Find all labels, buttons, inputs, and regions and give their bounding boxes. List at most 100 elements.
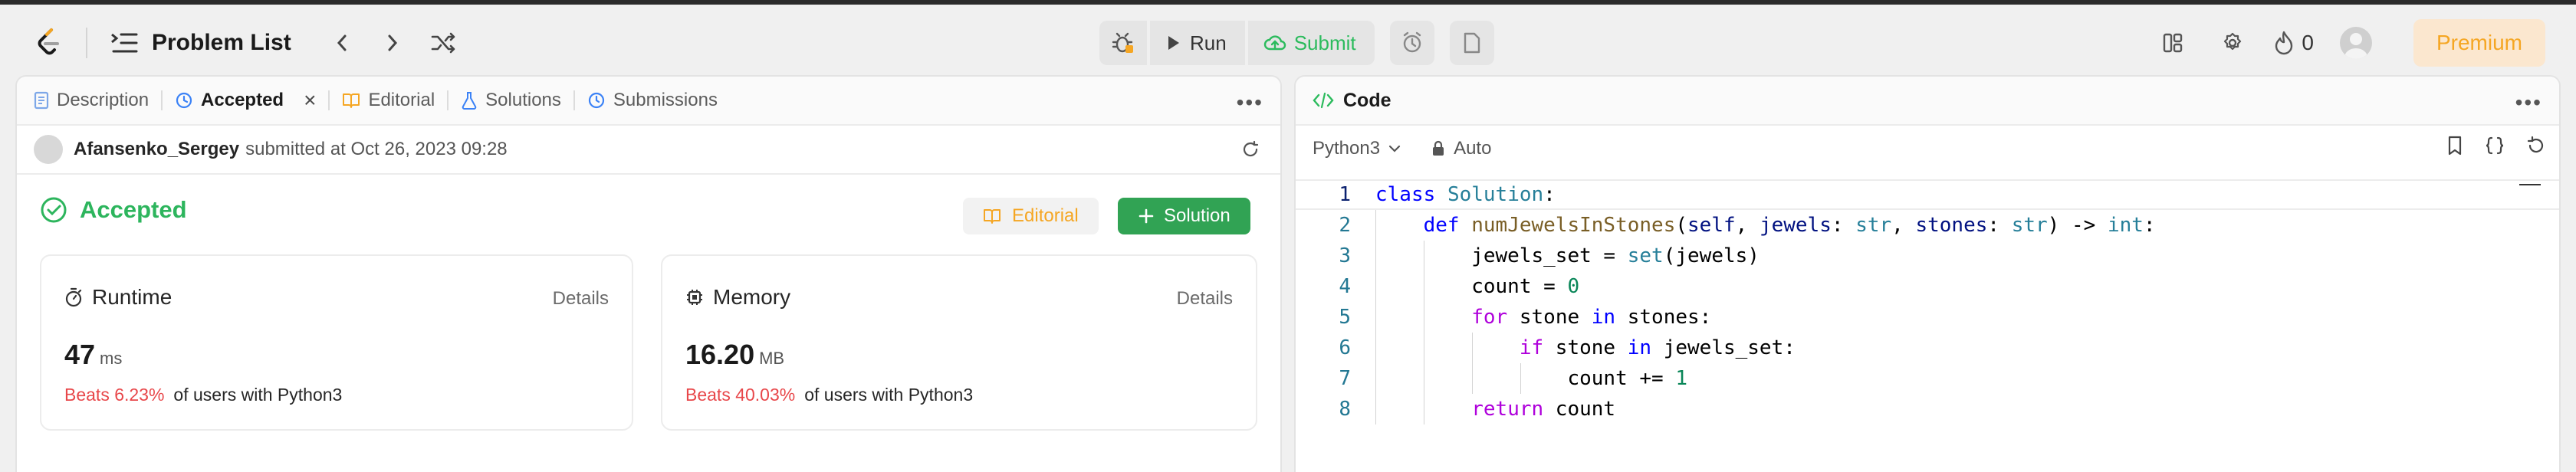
editorial-button[interactable]: Editorial bbox=[963, 198, 1099, 234]
solution-button[interactable]: Solution bbox=[1118, 198, 1250, 234]
timer-button[interactable] bbox=[1389, 21, 1434, 65]
prev-problem-button[interactable] bbox=[325, 26, 359, 60]
code-brackets-icon bbox=[1313, 92, 1334, 109]
streak-counter[interactable]: 0 bbox=[2274, 31, 2314, 55]
tab-code[interactable]: Code bbox=[1313, 90, 1392, 112]
language-select[interactable]: Python3 bbox=[1313, 138, 1401, 159]
accepted-status: Accepted bbox=[40, 196, 187, 224]
editorial-button-label: Editorial bbox=[1012, 205, 1079, 226]
format-braces-icon[interactable] bbox=[2484, 135, 2505, 156]
submitter-avatar[interactable] bbox=[34, 135, 63, 164]
line-number: 6 bbox=[1339, 336, 1351, 359]
next-problem-button[interactable] bbox=[376, 26, 409, 60]
check-circle-icon bbox=[41, 197, 67, 223]
top-bar-center: Run Submit bbox=[1099, 21, 1510, 65]
tab-code-label: Code bbox=[1343, 89, 1392, 111]
layout-icon[interactable] bbox=[2154, 25, 2191, 61]
solution-button-label: Solution bbox=[1164, 205, 1230, 226]
tab-description[interactable]: Description bbox=[34, 77, 150, 125]
memory-title: Memory bbox=[685, 285, 790, 310]
line-number: 7 bbox=[1339, 367, 1351, 390]
runtime-label: Runtime bbox=[92, 285, 172, 309]
tab-submissions-label: Submissions bbox=[613, 90, 718, 110]
auto-mode-toggle[interactable]: Auto bbox=[1431, 138, 1491, 159]
code-line: 4 count = 0 bbox=[1296, 271, 2559, 302]
history-icon bbox=[588, 92, 605, 109]
memory-value-row: 16.20 MB bbox=[685, 339, 784, 371]
memory-label: Memory bbox=[713, 285, 791, 309]
bug-icon bbox=[1112, 32, 1133, 53]
submit-button[interactable]: Submit bbox=[1247, 21, 1375, 65]
submitted-time: submitted at Oct 26, 2023 09:28 bbox=[245, 139, 508, 159]
bookmark-icon[interactable] bbox=[2446, 135, 2464, 156]
code-tab-bar: Code ••• bbox=[1296, 77, 2559, 126]
top-bar: Problem List Run Submit 0 Premium bbox=[0, 0, 2576, 77]
runtime-unit: ms bbox=[100, 349, 123, 368]
alarm-clock-icon bbox=[1403, 31, 1421, 53]
tab-solutions-label: Solutions bbox=[485, 90, 561, 110]
tab-divider bbox=[447, 90, 449, 110]
runtime-value: 47 bbox=[64, 339, 96, 370]
code-editor[interactable]: 1 class Solution: 2 def numJewelsInStones… bbox=[1296, 179, 2559, 424]
book-icon bbox=[343, 93, 360, 108]
minimap-indicator bbox=[2519, 184, 2541, 185]
notes-button[interactable] bbox=[1449, 21, 1494, 65]
tab-description-label: Description bbox=[57, 90, 150, 110]
runtime-value-row: 47 ms bbox=[64, 339, 122, 371]
plus-icon bbox=[1138, 208, 1154, 224]
editor-action-icons bbox=[2446, 135, 2547, 156]
close-tab-icon[interactable]: × bbox=[304, 88, 316, 113]
memory-beats-percent: Beats 40.03% bbox=[685, 385, 796, 405]
submitter-name[interactable]: Afansenko_Sergey bbox=[74, 139, 239, 160]
book-icon bbox=[984, 209, 1001, 224]
line-number: 4 bbox=[1339, 275, 1351, 298]
code-line: 6 if stone in jewels_set: bbox=[1296, 333, 2559, 363]
leetcode-logo[interactable] bbox=[28, 21, 71, 64]
runtime-card[interactable]: Runtime Details 47 ms Beats 6.23% of users… bbox=[40, 254, 633, 431]
editor-toolbar: Python3 Auto bbox=[1296, 126, 2559, 172]
top-bar-right: 0 Premium bbox=[2131, 19, 2545, 67]
more-options-icon[interactable]: ••• bbox=[1237, 90, 1263, 115]
memory-unit: MB bbox=[759, 349, 785, 368]
run-button[interactable]: Run bbox=[1150, 21, 1245, 65]
left-tab-bar: Description Accepted × Editorial Solutio… bbox=[17, 77, 1280, 126]
language-label: Python3 bbox=[1313, 138, 1381, 159]
problem-list-icon[interactable] bbox=[109, 28, 140, 58]
reset-icon[interactable] bbox=[2525, 135, 2547, 156]
tab-accepted-label: Accepted bbox=[201, 90, 284, 110]
code-line: 7 count += 1 bbox=[1296, 363, 2559, 394]
refresh-icon[interactable] bbox=[1240, 139, 1260, 165]
runtime-details-link[interactable]: Details bbox=[553, 288, 609, 310]
cloud-upload-icon bbox=[1263, 35, 1286, 51]
premium-button[interactable]: Premium bbox=[2413, 19, 2545, 67]
submit-label: Submit bbox=[1293, 31, 1356, 54]
line-number: 2 bbox=[1339, 214, 1351, 237]
indent-guide bbox=[1520, 363, 1521, 394]
debug-button[interactable] bbox=[1099, 21, 1147, 65]
stopwatch-icon bbox=[65, 287, 82, 307]
shuffle-icon[interactable] bbox=[426, 26, 460, 60]
problem-list-link[interactable]: Problem List bbox=[152, 30, 291, 56]
clock-history-icon bbox=[176, 92, 192, 109]
tab-editorial[interactable]: Editorial bbox=[342, 77, 435, 125]
chip-icon bbox=[687, 290, 702, 305]
runtime-beats: Beats 6.23% of users with Python3 bbox=[64, 385, 342, 405]
runtime-beats-suffix: of users with Python3 bbox=[173, 385, 343, 405]
user-avatar[interactable] bbox=[2339, 27, 2372, 59]
code-line: 2 def numJewelsInStones(self, jewels: st… bbox=[1296, 210, 2559, 241]
tab-divider bbox=[161, 90, 163, 110]
line-number: 3 bbox=[1339, 244, 1351, 267]
lock-icon bbox=[1433, 140, 1444, 156]
tab-submissions[interactable]: Submissions bbox=[587, 77, 718, 125]
code-line: 3 jewels_set = set(jewels) bbox=[1296, 241, 2559, 271]
code-panel: Code ••• Python3 Auto 1 class Solution: 2… bbox=[1294, 75, 2561, 472]
tab-accepted[interactable]: Accepted × bbox=[175, 77, 316, 125]
line-number: 1 bbox=[1339, 183, 1351, 206]
memory-card[interactable]: Memory Details 16.20 MB Beats 40.03% of us… bbox=[661, 254, 1257, 431]
document-icon bbox=[34, 91, 49, 110]
settings-gear-icon[interactable] bbox=[2214, 25, 2251, 61]
code-more-options-icon[interactable]: ••• bbox=[2515, 90, 2542, 115]
memory-details-link[interactable]: Details bbox=[1177, 288, 1233, 310]
tab-solutions[interactable]: Solutions bbox=[461, 77, 561, 125]
memory-beats-suffix: of users with Python3 bbox=[804, 385, 974, 405]
